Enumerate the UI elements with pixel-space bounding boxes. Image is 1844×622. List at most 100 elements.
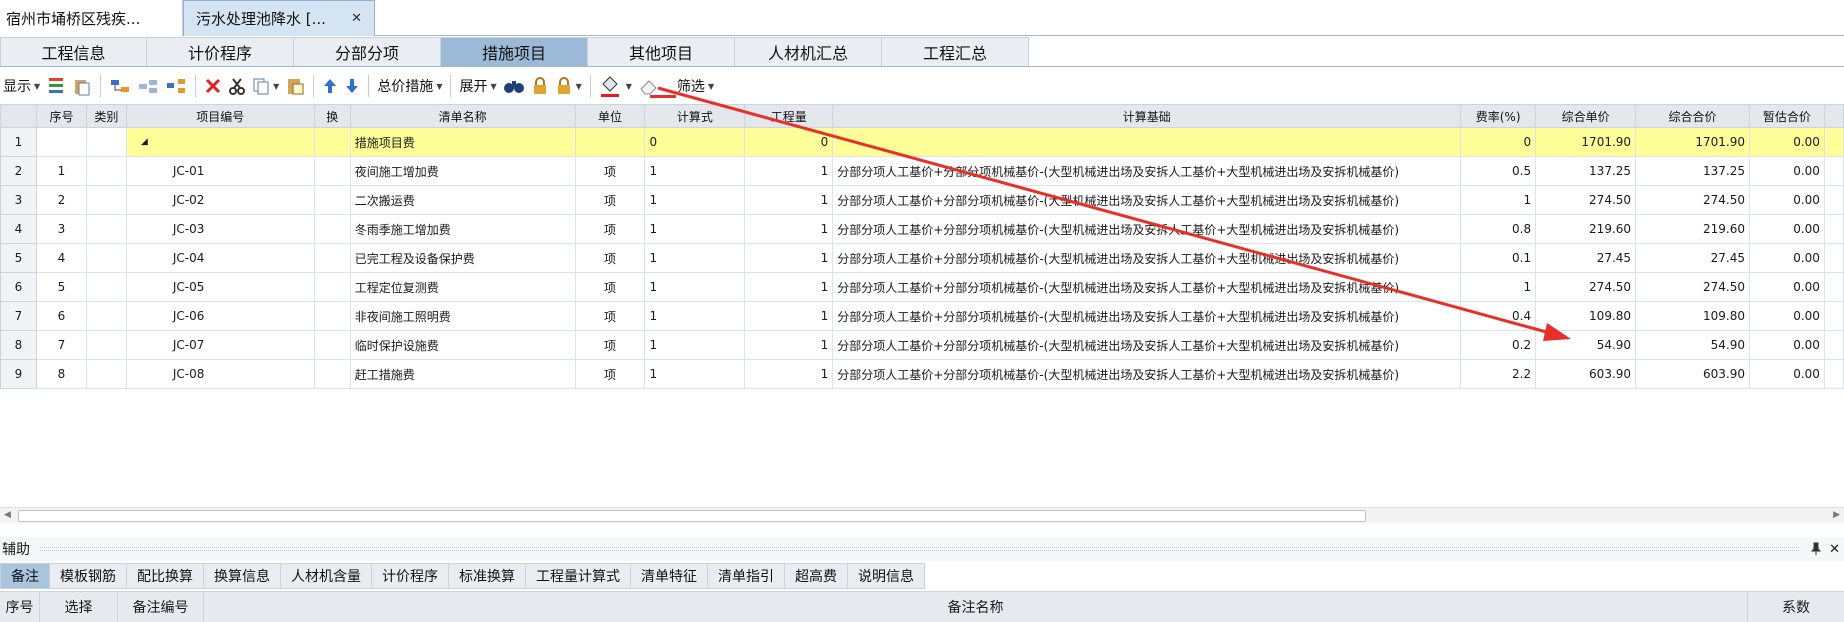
cell-category[interactable] — [85, 156, 127, 186]
cell-quantity[interactable]: 1 — [744, 301, 834, 331]
cell-category[interactable] — [85, 330, 127, 360]
aux-tab-super-height[interactable]: 超高费 — [785, 563, 848, 589]
cell-unit[interactable]: 项 — [574, 272, 646, 302]
cell-unit[interactable] — [574, 127, 646, 157]
cell-quantity[interactable]: 1 — [744, 330, 834, 360]
cell-rate[interactable]: 0.5 — [1460, 156, 1537, 186]
cell-rate[interactable]: 0 — [1460, 127, 1537, 157]
clipboard-button[interactable] — [282, 72, 308, 100]
cell-formula[interactable]: 1 — [644, 156, 746, 186]
expand-dropdown[interactable]: 展开 ▼ — [456, 72, 499, 100]
tab-sub-items[interactable]: 分部分项 — [294, 37, 441, 67]
column-header-unit[interactable]: 单位 — [574, 104, 646, 128]
cell-rate[interactable]: 1 — [1460, 272, 1537, 302]
cell-swap[interactable] — [313, 156, 351, 186]
cell-seq[interactable]: 3 — [35, 214, 87, 244]
cell-unit[interactable]: 项 — [574, 330, 646, 360]
aux-tab-template-rebar[interactable]: 模板钢筋 — [50, 563, 127, 589]
table-row[interactable]: 2 1 JC-01 夜间施工增加费项 1 1 分部分项人工基价+分部分项机械基价-(大型机械… — [0, 156, 1844, 186]
cell-category[interactable] — [85, 359, 127, 389]
row-number[interactable]: 1 — [0, 127, 37, 157]
row-number[interactable]: 2 — [0, 156, 37, 186]
cell-unit-price[interactable]: 137.25 — [1535, 156, 1637, 186]
aux-tab-description[interactable]: 说明信息 — [848, 563, 925, 589]
cell-formula[interactable]: 1 — [644, 243, 746, 273]
scroll-left-icon[interactable]: ◀ — [4, 510, 11, 520]
cell-unit[interactable]: 项 — [574, 301, 646, 331]
cell-unit-price[interactable]: 219.60 — [1535, 214, 1637, 244]
cell-name[interactable]: 非夜间施工照明费 — [349, 301, 576, 331]
cell-unit-price[interactable]: 274.50 — [1535, 185, 1637, 215]
lock-button[interactable] — [528, 72, 552, 100]
column-header-seq[interactable]: 序号 — [35, 104, 87, 128]
cell-category[interactable] — [85, 185, 127, 215]
doc-tab-sewage[interactable]: 污水处理池降水 [... ✕ — [183, 0, 375, 36]
cell-seq[interactable]: 7 — [35, 330, 87, 360]
column-header-swap[interactable]: 换 — [313, 104, 351, 128]
cell-seq[interactable]: 1 — [35, 156, 87, 186]
cell-seq[interactable]: 5 — [35, 272, 87, 302]
cell-seq[interactable]: 8 — [35, 359, 87, 389]
tab-pricing-procedure[interactable]: 计价程序 — [147, 37, 294, 67]
cell-code[interactable]: JC-05 — [125, 272, 315, 302]
cell-code[interactable]: JC-02 — [125, 185, 315, 215]
column-header-quantity[interactable]: 工程量 — [744, 104, 834, 128]
cell-provisional[interactable]: 0.00 — [1748, 301, 1825, 331]
cell-basis[interactable]: 分部分项人工基价+分部分项机械基价-(大型机械进出场及安拆人工基价+大型机械进出… — [832, 359, 1462, 389]
cell-total-price[interactable]: 274.50 — [1635, 185, 1750, 215]
cell-unit[interactable]: 项 — [574, 185, 646, 215]
doc-tab-project[interactable]: 宿州市埇桥区残疾... — [0, 0, 183, 36]
cell-swap[interactable] — [313, 272, 351, 302]
cell-formula[interactable]: 1 — [644, 272, 746, 302]
cell-provisional[interactable]: 0.00 — [1748, 243, 1825, 273]
cell-total-price[interactable]: 27.45 — [1635, 243, 1750, 273]
scroll-right-icon[interactable]: ▶ — [1833, 510, 1840, 520]
cell-total-price[interactable]: 1701.90 — [1635, 127, 1750, 157]
table-row[interactable]: 4 3 JC-03 冬雨季施工增加费项 1 1 分部分项人工基价+分部分项机械基价-(大型机… — [0, 214, 1844, 244]
cell-seq[interactable]: 4 — [35, 243, 87, 273]
move-down-button[interactable] — [341, 72, 363, 100]
unlock-dropdown[interactable]: ▼ — [552, 72, 585, 100]
tab-project-summary[interactable]: 工程汇总 — [882, 37, 1029, 67]
cell-basis[interactable] — [832, 127, 1462, 157]
column-header-total-price[interactable]: 综合合价 — [1635, 104, 1750, 128]
cell-rate[interactable]: 2.2 — [1460, 359, 1537, 389]
cell-unit[interactable]: 项 — [574, 359, 646, 389]
cut-button[interactable] — [225, 72, 249, 100]
aux-tab-mix-conversion[interactable]: 配比换算 — [127, 563, 204, 589]
cell-swap[interactable] — [313, 359, 351, 389]
cell-provisional[interactable]: 0.00 — [1748, 214, 1825, 244]
cell-unit[interactable]: 项 — [574, 243, 646, 273]
cell-basis[interactable]: 分部分项人工基价+分部分项机械基价-(大型机械进出场及安拆人工基价+大型机械进出… — [832, 301, 1462, 331]
column-header-formula[interactable]: 计算式 — [644, 104, 746, 128]
structure-button[interactable] — [162, 72, 190, 100]
row-number[interactable]: 4 — [0, 214, 37, 244]
aux-tab-list-guide[interactable]: 清单指引 — [708, 563, 785, 589]
cell-provisional[interactable]: 0.00 — [1748, 359, 1825, 389]
paste-button[interactable] — [69, 72, 95, 100]
cell-total-price[interactable]: 54.90 — [1635, 330, 1750, 360]
move-up-button[interactable] — [319, 72, 341, 100]
find-button[interactable] — [500, 72, 528, 100]
cell-seq[interactable]: 2 — [35, 185, 87, 215]
level-up-button[interactable] — [106, 72, 134, 100]
cell-provisional[interactable]: 0.00 — [1748, 127, 1825, 157]
column-header-unit-price[interactable]: 综合单价 — [1535, 104, 1637, 128]
cell-swap[interactable] — [313, 301, 351, 331]
cell-code[interactable]: JC-01 — [125, 156, 315, 186]
tab-project-info[interactable]: 工程信息 — [0, 37, 147, 67]
column-header-provisional[interactable]: 暂估合价 — [1748, 104, 1825, 128]
panel-grip[interactable] — [40, 547, 1800, 551]
cell-unit-price[interactable]: 54.90 — [1535, 330, 1637, 360]
cell-name[interactable]: 已完工程及设备保护费 — [349, 243, 576, 273]
cell-category[interactable] — [85, 301, 127, 331]
cell-basis[interactable]: 分部分项人工基价+分部分项机械基价-(大型机械进出场及安拆人工基价+大型机械进出… — [832, 156, 1462, 186]
cell-rate[interactable]: 0.1 — [1460, 243, 1537, 273]
aux-tab-pricing-procedure[interactable]: 计价程序 — [372, 563, 449, 589]
cell-code[interactable]: JC-07 — [125, 330, 315, 360]
total-price-measure-dropdown[interactable]: 总价措施 ▼ — [374, 72, 445, 100]
tab-measures[interactable]: 措施项目 — [441, 37, 588, 67]
cell-name[interactable]: 措施项目费 — [349, 127, 576, 157]
cell-basis[interactable]: 分部分项人工基价+分部分项机械基价-(大型机械进出场及安拆人工基价+大型机械进出… — [832, 272, 1462, 302]
close-icon[interactable]: ✕ — [351, 11, 362, 26]
